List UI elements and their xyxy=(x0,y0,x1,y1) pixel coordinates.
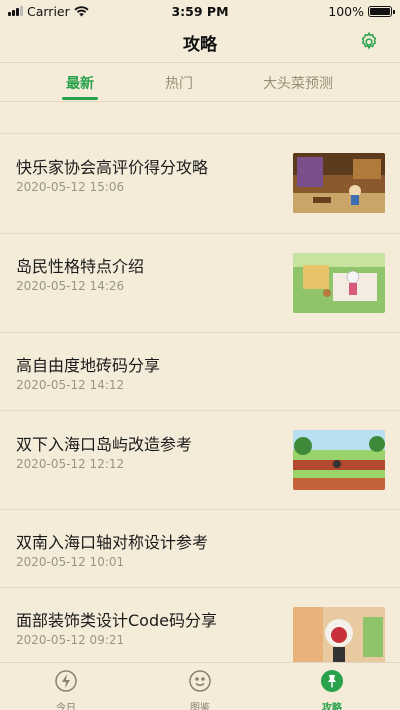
article-title: 岛民性格特点介绍 xyxy=(16,257,145,276)
article-date: 2020-05-12 10:01 xyxy=(16,555,125,569)
status-time: 3:59 PM xyxy=(171,3,229,19)
article-date: 2020-05-12 14:26 xyxy=(16,279,125,293)
wifi-icon xyxy=(74,5,89,16)
tabbar-label: 图鉴 xyxy=(190,703,210,710)
article-date: 2020-05-12 14:12 xyxy=(16,378,125,392)
list-header-spacer xyxy=(0,102,400,134)
article-title: 快乐家协会高评价得分攻略 xyxy=(16,158,209,177)
tabbar-item-today[interactable]: 今日 xyxy=(36,669,96,710)
article-row[interactable]: 岛民性格特点介绍 2020-05-12 14:26 xyxy=(0,234,400,333)
article-row[interactable]: 双南入海口轴对称设计参考 2020-05-12 10:01 xyxy=(0,510,400,588)
article-date: 2020-05-12 09:21 xyxy=(16,633,125,647)
nav-bar: 攻略 xyxy=(0,22,400,62)
lightning-icon xyxy=(55,670,77,692)
article-row[interactable]: 双下入海口岛屿改造参考 2020-05-12 12:12 xyxy=(0,411,400,510)
battery-icon xyxy=(368,5,395,17)
article-thumbnail xyxy=(293,153,385,213)
article-row[interactable]: 快乐家协会高评价得分攻略 2020-05-12 15:06 xyxy=(0,134,400,234)
article-thumbnail xyxy=(293,430,385,490)
tab-turnip-forecast[interactable]: 大头菜预测 xyxy=(263,73,333,93)
bottom-tab-bar: 今日 图鉴 攻略 xyxy=(0,662,400,710)
smiley-icon xyxy=(189,670,211,692)
tabbar-item-guides[interactable]: 攻略 xyxy=(302,669,362,710)
article-date: 2020-05-12 12:12 xyxy=(16,457,125,471)
article-title: 高自由度地砖码分享 xyxy=(16,356,161,375)
article-row[interactable]: 高自由度地砖码分享 2020-05-12 14:12 xyxy=(0,333,400,411)
status-right: 100% xyxy=(328,3,395,19)
tabbar-item-encyclopedia[interactable]: 图鉴 xyxy=(170,669,230,710)
article-title: 双南入海口轴对称设计参考 xyxy=(16,533,209,552)
settings-button[interactable] xyxy=(358,31,380,53)
tab-indicator xyxy=(62,97,98,100)
tab-popular[interactable]: 热门 xyxy=(165,73,193,93)
carrier-label: Carrier xyxy=(27,3,70,19)
page-title: 攻略 xyxy=(183,34,217,55)
tabbar-label: 攻略 xyxy=(322,703,342,710)
tab-latest[interactable]: 最新 xyxy=(66,73,94,93)
article-title: 双下入海口岛屿改造参考 xyxy=(16,435,193,454)
gear-icon xyxy=(361,31,377,50)
status-left: Carrier xyxy=(8,4,89,19)
article-thumbnail xyxy=(293,607,385,667)
segment-tabs: 最新 热门 大头菜预测 xyxy=(0,62,400,102)
article-date: 2020-05-12 15:06 xyxy=(16,180,125,194)
article-title: 面部装饰类设计Code码分享 xyxy=(16,611,217,630)
signal-icon xyxy=(8,6,23,16)
battery-percent: 100% xyxy=(328,3,364,19)
article-list: 快乐家协会高评价得分攻略 2020-05-12 15:06 岛民性格特点介绍 2… xyxy=(0,134,400,678)
tabbar-label: 今日 xyxy=(56,703,76,710)
status-bar: Carrier 3:59 PM 100% xyxy=(0,0,400,22)
article-thumbnail xyxy=(293,253,385,313)
pin-icon xyxy=(321,670,343,692)
